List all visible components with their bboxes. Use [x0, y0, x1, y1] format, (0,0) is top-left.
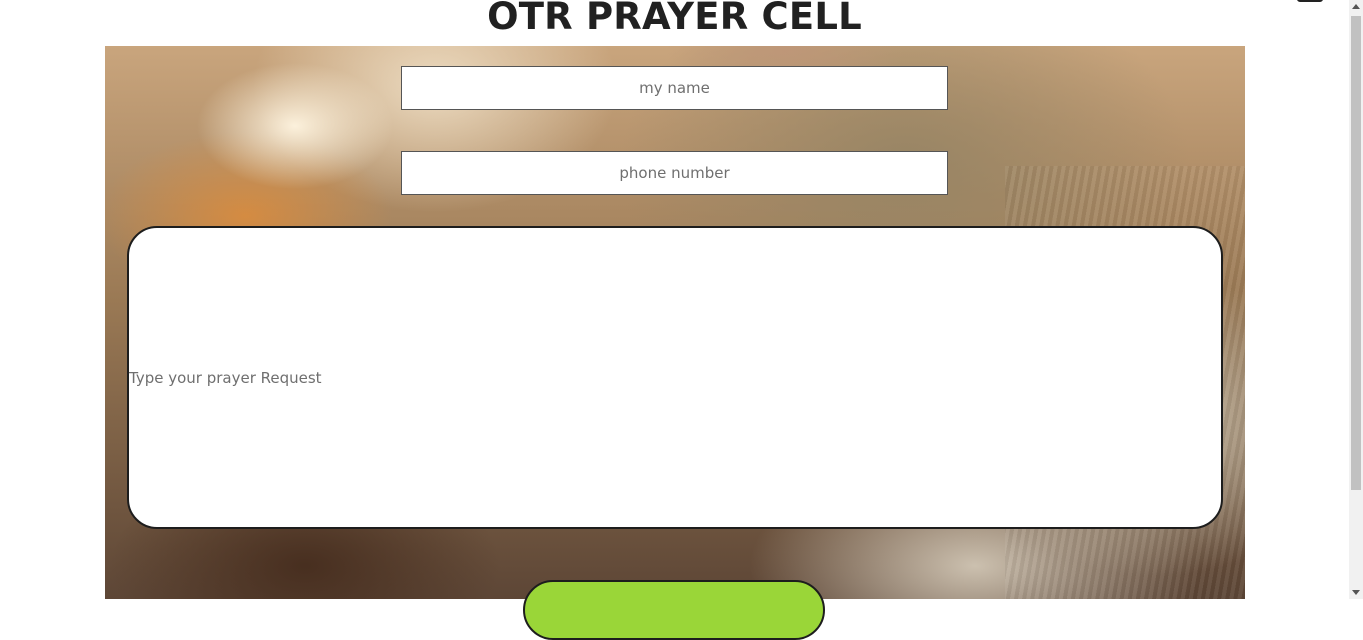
- name-input[interactable]: [401, 66, 948, 110]
- page-title: OTR PRAYER CELL: [487, 0, 862, 38]
- page-scrollbar[interactable]: [1349, 0, 1363, 599]
- close-icon[interactable]: [1297, 0, 1323, 2]
- scroll-down-icon[interactable]: [1352, 590, 1360, 595]
- scroll-up-icon[interactable]: [1352, 4, 1360, 9]
- scroll-thumb[interactable]: [1351, 16, 1361, 490]
- phone-input[interactable]: [401, 151, 948, 195]
- prayer-request-placeholder: Type your prayer Request: [129, 369, 322, 387]
- submit-button[interactable]: [523, 580, 825, 640]
